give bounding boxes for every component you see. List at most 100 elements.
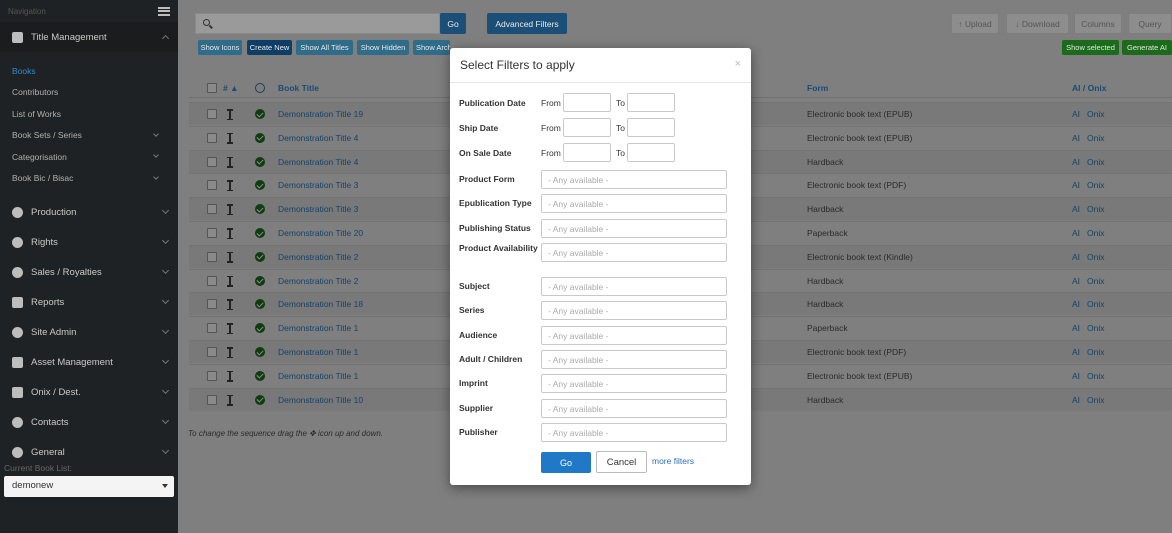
book-title-link[interactable]: Demonstration Title 4 [278,157,358,167]
ai-link[interactable]: AI [1072,395,1080,405]
drag-handle-icon[interactable] [227,370,233,382]
drag-handle-icon[interactable] [227,299,233,311]
date-from-input[interactable] [563,143,611,162]
sidebar-section-title-management[interactable]: Title Management [0,22,178,52]
row-checkbox[interactable] [207,299,217,310]
book-title-link[interactable]: Demonstration Title 18 [278,299,363,309]
book-title-link[interactable]: Demonstration Title 1 [278,371,358,381]
onix-link[interactable]: Onix [1087,180,1104,190]
ai-link[interactable]: AI [1072,276,1080,286]
ai-link[interactable]: AI [1072,299,1080,309]
ai-link[interactable]: AI [1072,133,1080,143]
drag-handle-icon[interactable] [227,156,233,168]
row-checkbox[interactable] [207,180,217,191]
query-button[interactable]: Query [1128,13,1172,34]
row-checkbox[interactable] [207,132,217,143]
form-header[interactable]: Form [807,83,828,93]
sidebar-item-books[interactable]: Books [0,60,178,82]
show-selected-button[interactable]: Show selected [1062,40,1119,55]
drag-handle-icon[interactable] [227,228,233,239]
sidebar-item-list-of-works[interactable]: List of Works [0,103,178,125]
filter-select[interactable]: - Any available - [541,301,727,320]
sidebar-item-book-bic-bisac[interactable]: Book Bic / Bisac [0,168,178,190]
book-title-link[interactable]: Demonstration Title 1 [278,347,358,357]
drag-handle-icon[interactable] [227,251,233,263]
show-hidden-button[interactable]: Show Hidden [357,40,409,55]
filter-select[interactable]: - Any available - [541,243,727,262]
ai-link[interactable]: AI [1072,109,1080,119]
ai-link[interactable]: AI [1072,323,1080,333]
book-title-link[interactable]: Demonstration Title 3 [278,204,358,214]
drag-handle-icon[interactable] [227,109,233,120]
sidebar-section-asset-management[interactable]: Asset Management [0,347,178,377]
ai-link[interactable]: AI [1072,252,1080,262]
row-checkbox[interactable] [207,323,217,334]
onix-link[interactable]: Onix [1087,252,1104,262]
filter-select[interactable]: - Any available - [541,374,727,393]
onix-link[interactable]: Onix [1087,109,1104,119]
onix-link[interactable]: Onix [1087,157,1104,167]
filter-select[interactable]: - Any available - [541,194,727,213]
row-checkbox[interactable] [207,156,217,167]
drag-handle-icon[interactable] [227,132,233,144]
modal-cancel-button[interactable]: Cancel [596,451,647,473]
sidebar-section-onix-dest[interactable]: Onix / Dest. [0,377,178,407]
sidebar-section-contacts[interactable]: Contacts [0,407,178,437]
sidebar-item-contributors[interactable]: Contributors [0,82,178,104]
ai-link[interactable]: AI [1072,371,1080,381]
book-title-link[interactable]: Demonstration Title 2 [278,276,358,286]
ai-link[interactable]: AI [1072,228,1080,238]
date-to-input[interactable] [627,143,675,162]
sidebar-section-site-admin[interactable]: Site Admin [0,317,178,347]
book-title-link[interactable]: Demonstration Title 10 [278,395,363,405]
onix-link[interactable]: Onix [1087,395,1104,405]
book-title-link[interactable]: Demonstration Title 19 [278,109,363,119]
drag-handle-icon[interactable] [227,394,233,406]
filter-select[interactable]: - Any available - [541,170,727,189]
sidebar-section-reports[interactable]: Reports [0,287,178,317]
filter-select[interactable]: - Any available - [541,423,727,442]
row-checkbox[interactable] [207,204,217,215]
show-icons-button[interactable]: Show Icons [198,40,242,55]
sidebar-item-categorisation[interactable]: Categorisation [0,146,178,168]
drag-handle-icon[interactable] [227,347,233,358]
onix-link[interactable]: Onix [1087,228,1104,238]
select-all-checkbox[interactable] [207,83,217,93]
ai-link[interactable]: AI [1072,180,1080,190]
row-checkbox[interactable] [207,228,217,238]
row-checkbox[interactable] [207,109,217,119]
ai-link[interactable]: AI [1072,347,1080,357]
filter-select[interactable]: - Any available - [541,219,727,238]
filter-select[interactable]: - Any available - [541,326,727,345]
row-checkbox[interactable] [207,347,217,357]
onix-link[interactable]: Onix [1087,276,1104,286]
close-icon[interactable]: × [735,58,741,70]
date-to-input[interactable] [627,118,675,137]
drag-handle-icon[interactable] [227,323,233,335]
columns-button[interactable]: Columns [1074,13,1122,34]
row-checkbox[interactable] [207,370,217,381]
ai-link[interactable]: AI [1072,157,1080,167]
modal-go-button[interactable]: Go [541,452,591,473]
row-checkbox[interactable] [207,394,217,405]
date-to-input[interactable] [627,93,675,112]
generate-ai-button[interactable]: Generate AI [1122,40,1172,55]
drag-handle-icon[interactable] [227,275,233,287]
row-checkbox[interactable] [207,251,217,262]
book-title-link[interactable]: Demonstration Title 2 [278,252,358,262]
create-new-button[interactable]: Create New [247,40,292,55]
onix-link[interactable]: Onix [1087,323,1104,333]
book-title-link[interactable]: Demonstration Title 4 [278,133,358,143]
book-title-header[interactable]: Book Title [278,83,319,93]
row-checkbox[interactable] [207,275,217,286]
sidebar-section-sales-royalties[interactable]: Sales / Royalties [0,257,178,287]
current-book-list-select[interactable]: demonew [4,476,174,497]
search-input[interactable] [195,13,440,34]
date-from-input[interactable] [563,118,611,137]
ai-link[interactable]: AI [1072,204,1080,214]
book-title-link[interactable]: Demonstration Title 1 [278,323,358,333]
onix-link[interactable]: Onix [1087,299,1104,309]
onix-link[interactable]: Onix [1087,204,1104,214]
book-title-link[interactable]: Demonstration Title 20 [278,228,363,238]
upload-button[interactable]: ↑ Upload [951,13,999,34]
